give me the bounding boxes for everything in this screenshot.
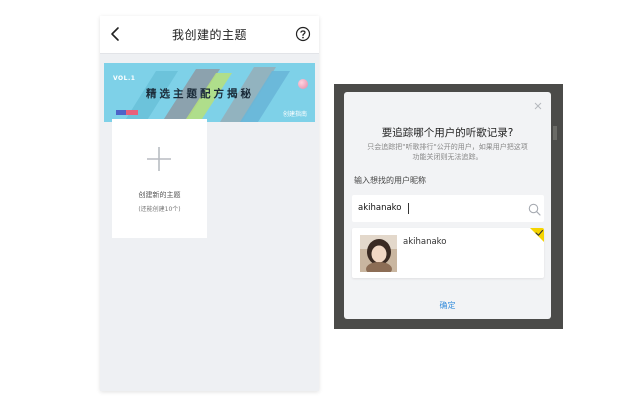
create-theme-card[interactable]: 创建新的主题 (还能创建10个)	[112, 119, 207, 238]
result-username: akihanako	[403, 237, 447, 247]
title-bar: 我创建的主题	[100, 16, 319, 54]
pink-ball-decoration	[298, 79, 308, 89]
theme-guide-banner[interactable]: VOL.1 精选主题配方揭秘 创建指南	[104, 63, 315, 122]
search-box	[352, 195, 544, 222]
nickname-search-input[interactable]	[358, 200, 518, 216]
create-theme-label: 创建新的主题	[138, 191, 181, 199]
remaining-count-label: (还能创建10个)	[138, 206, 181, 213]
user-result-item[interactable]: akihanako	[352, 228, 544, 278]
plus-icon	[147, 147, 171, 171]
question-circle-icon[interactable]	[295, 26, 311, 42]
dialog-description: 只会追踪把"听歌排行"公开的用户，如果用户把这项功能关闭则无法追踪。	[367, 143, 528, 161]
nickname-input-label: 输入想找的用户昵称	[354, 176, 426, 185]
search-icon[interactable]	[528, 203, 541, 216]
page-title: 我创建的主题	[171, 28, 247, 42]
theme-list-screen: 我创建的主题 VOL.1 精选主题配方揭秘 创建指南 创建新的主题 (还能创建1…	[100, 16, 319, 391]
backdrop-edge-decoration	[553, 126, 557, 140]
color-bar-decoration	[116, 110, 138, 115]
text-caret	[408, 203, 409, 214]
confirm-button[interactable]: 确定	[344, 300, 551, 311]
dialog-title: 要追踪哪个用户的听歌记录?	[381, 127, 514, 139]
banner-title: 精选主题配方揭秘	[146, 88, 254, 100]
banner-guide-link[interactable]: 创建指南	[283, 109, 307, 118]
close-icon[interactable]	[534, 102, 542, 110]
avatar	[360, 235, 397, 272]
banner-volume: VOL.1	[113, 75, 136, 82]
track-user-dialog: 要追踪哪个用户的听歌记录? 只会追踪把"听歌排行"公开的用户，如果用户把这项功能…	[344, 92, 551, 319]
check-icon	[530, 228, 544, 242]
